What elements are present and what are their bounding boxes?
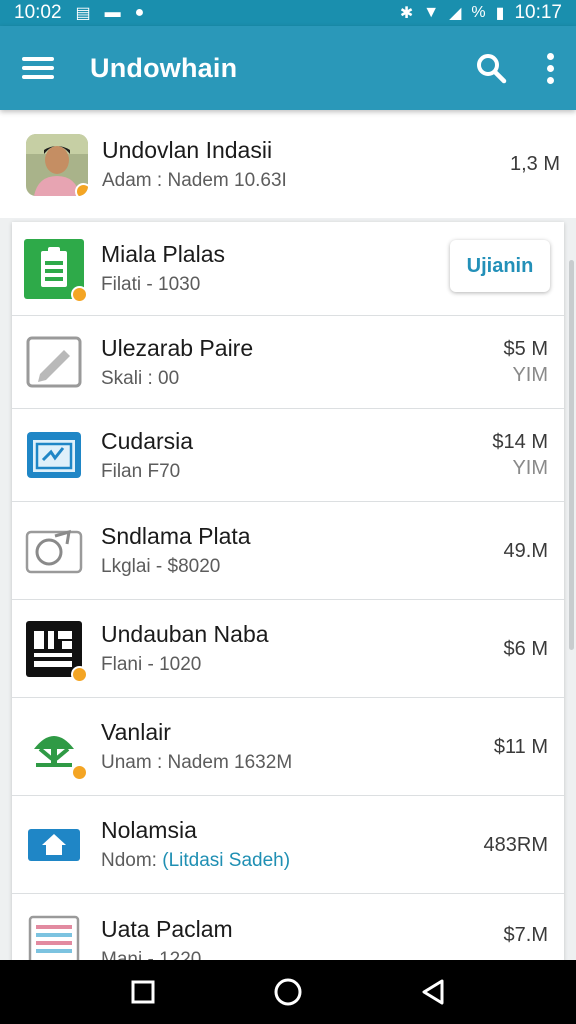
system-nav-bar [0,960,576,1024]
item-subtitle: Flani - 1020 [101,654,202,675]
status-time-right: 10:17 [514,2,562,23]
app-title: Undowhain [90,52,238,83]
item-title: Undovlan Indasii [102,136,273,163]
list-item[interactable]: Miala Plalas Filati - 1030 Ujianin [12,222,564,316]
battery-icon: ▮ [495,5,505,22]
list-item[interactable]: Undauban Naba Flani - 1020 $6 M [12,600,564,698]
holdings-list: Undovlan Indasii Adam : Nadem 10.63I 1,3… [0,110,576,960]
document-list-icon [24,913,88,960]
item-title: Undauban Naba [101,621,269,647]
list-item[interactable]: Sndlama Plata Lkglai - $8020 49.M [12,502,564,600]
item-value: $14 M YIM [492,429,548,481]
item-value-text: $6 M [503,637,548,660]
item-value-text: $14 M [492,431,548,453]
bluetooth-icon: ✱ [399,5,414,22]
item-subtitle: Adam : Nadem 10.63I [102,169,287,191]
tree-icon [24,717,88,781]
badge-icon [71,665,88,683]
scrollbar[interactable] [569,260,574,650]
item-subtitle: Mani - 1220 [101,949,202,960]
more-vert-icon[interactable] [547,52,554,84]
item-title: Sndlama Plata [101,523,251,549]
item-subtitle: Filan F70 [101,460,181,482]
list-item[interactable]: Ulezarab Paire Skali : 00 $5 M YIM [12,316,564,409]
list-item[interactable]: Uata Paclam Mani - 1220 $7.M [12,894,564,960]
calendar-icon [24,425,84,485]
status-bar: 10:02 ▤ ▬ ● ✱ ▼ ◢ % ▮ 10:17 [0,0,576,26]
list-item[interactable]: Cudarsia Filan F70 $14 M YIM [12,409,564,502]
update-button[interactable]: Ujianin [450,240,550,292]
item-value-sub: YIM [512,364,548,386]
signal-icon: ◢ [449,5,462,22]
item-value-text: $11 M [493,735,548,758]
item-value: 1,3 M [510,151,560,177]
item-value: $7.M [504,922,548,948]
badge-icon [71,285,88,303]
list-item[interactable]: Nolamsia Ndom: (Litdasi Sadeh) 483RM [12,796,564,894]
item-subtitle: Ndom: (Litdasi Sadeh) [101,850,290,872]
item-value: 49.M [504,538,548,564]
avatar [26,134,88,196]
storage-notification-icon: ▬ [104,4,121,21]
badge-icon [71,763,88,781]
item-value-text: 483RM [483,833,548,856]
item-subtitle-link[interactable]: (Litdasi Sadeh) [162,850,290,871]
refresh-chart-icon [24,521,84,581]
qr-logo-icon [24,619,88,683]
image-notification-icon: ▤ [75,5,91,22]
hamburger-icon[interactable] [22,57,54,79]
battery-percent: % [471,4,486,21]
item-title: Miala Plalas [101,241,225,267]
item-value: 483RM [484,832,548,858]
item-subtitle: Unam : Nadem 1632M [101,752,293,773]
item-value-text: $5 M [503,338,548,360]
home-circle-icon[interactable] [264,968,312,1016]
item-title: Uata Paclam [101,916,233,942]
item-subtitle: Filati - 1030 [101,274,201,295]
badge-icon [75,183,88,196]
recents-icon[interactable] [119,968,167,1016]
item-value-text: $7.M [503,924,548,946]
green-document-icon [24,238,88,303]
home-icon [24,815,84,875]
list-item[interactable]: Undovlan Indasii Adam : Nadem 10.63I 1,3… [0,110,576,218]
item-value: $6 M [504,636,548,662]
item-value: $5 M YIM [504,336,548,388]
item-subtitle: Lkglai - $8020 [101,556,221,577]
item-subtitle: Skali : 00 [101,367,180,389]
pencil-icon [24,332,84,392]
item-value: $11 M [494,734,548,760]
list-item[interactable]: Vanlair Unam : Nadem 1632M $11 M [12,698,564,796]
app-bar: Undowhain [0,26,576,110]
status-time-left: 10:02 [14,2,62,23]
wifi-icon: ▼ [423,4,440,21]
item-title: Ulezarab Paire [101,334,254,361]
item-title: Cudarsia [101,427,194,454]
item-value-text: 1,3 M [509,153,560,175]
item-value-text: 49.M [503,539,548,562]
item-value-sub: YIM [512,457,548,479]
item-subtitle-prefix: Ndom: [101,850,163,871]
item-title: Vanlair [101,719,171,745]
back-triangle-icon[interactable] [409,968,457,1016]
item-title: Nolamsia [101,817,197,843]
list-card: Miala Plalas Filati - 1030 Ujianin Uleza… [12,222,564,960]
search-icon[interactable] [475,52,507,84]
alert-notification-icon: ● [134,4,145,21]
